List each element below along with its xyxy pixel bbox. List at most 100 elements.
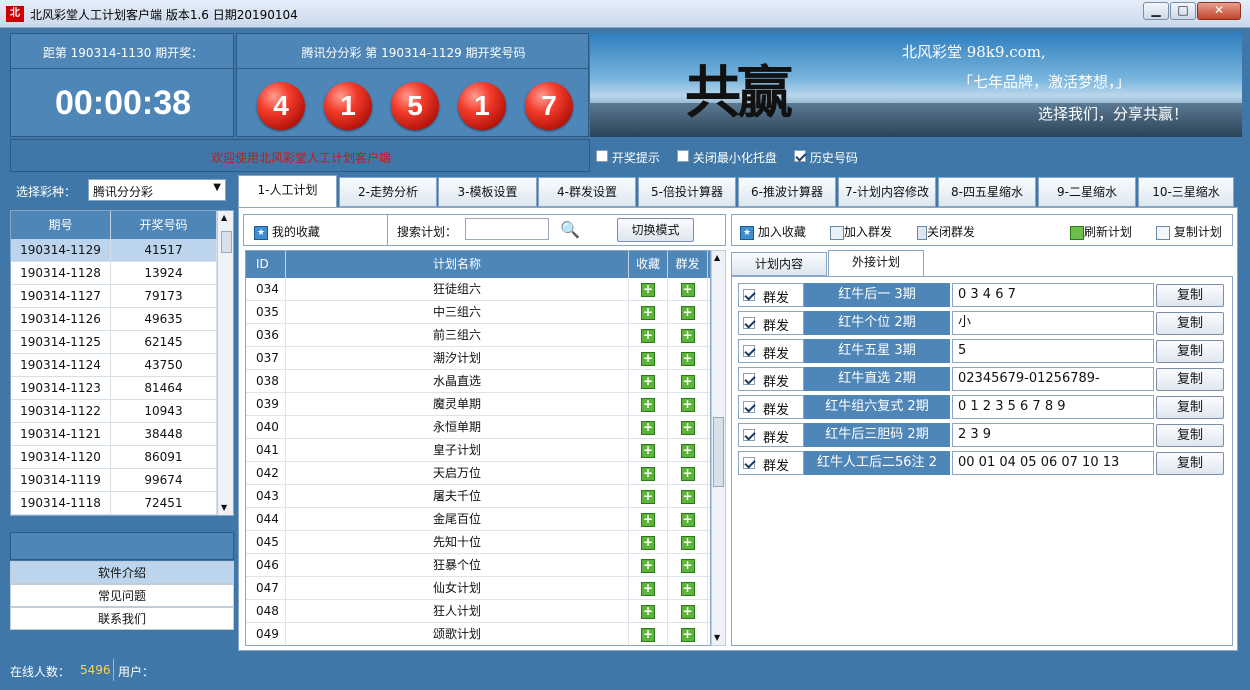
add-favorite-icon[interactable]: + bbox=[641, 328, 655, 343]
add-group-icon[interactable]: + bbox=[680, 328, 695, 343]
copy-plan-button[interactable]: 复制计划 bbox=[1156, 223, 1222, 240]
history-row[interactable]: 190314-1121 38448 bbox=[11, 423, 233, 446]
refresh-plan-button[interactable]: 刷新计划 bbox=[1070, 223, 1132, 240]
add-favorite-icon[interactable]: + bbox=[641, 305, 655, 320]
group-send-toggle[interactable]: 群发 bbox=[738, 339, 804, 363]
history-row[interactable]: 190314-1127 79173 bbox=[11, 285, 233, 308]
checkbox-checked[interactable] bbox=[743, 345, 755, 357]
checkbox-checked[interactable] bbox=[743, 373, 755, 385]
search-input[interactable] bbox=[465, 218, 549, 240]
add-favorite-icon[interactable]: + bbox=[641, 466, 655, 481]
checkbox[interactable] bbox=[596, 150, 608, 162]
tab-trend-analysis[interactable]: 2-走势分析 bbox=[339, 177, 437, 207]
plan-row[interactable]: 047 仙女计划 + + bbox=[246, 577, 710, 600]
add-favorite-icon[interactable]: + bbox=[641, 512, 655, 527]
copy-button[interactable]: 复制 bbox=[1156, 368, 1224, 391]
add-group-icon[interactable]: + bbox=[680, 282, 695, 297]
tab-plan-edit[interactable]: 7-计划内容修改 bbox=[838, 177, 936, 207]
tab-template-settings[interactable]: 3-模板设置 bbox=[438, 177, 537, 207]
add-group-icon[interactable]: + bbox=[680, 581, 695, 596]
scroll-thumb[interactable] bbox=[221, 231, 232, 253]
add-group-icon[interactable]: + bbox=[680, 512, 695, 527]
add-favorite-icon[interactable]: + bbox=[641, 581, 655, 596]
add-group-icon[interactable]: + bbox=[680, 604, 695, 619]
add-favorite-button[interactable]: ★ 加入收藏 bbox=[740, 223, 806, 240]
add-group-icon[interactable]: + bbox=[680, 374, 695, 389]
tab-group-settings[interactable]: 4-群发设置 bbox=[538, 177, 636, 207]
add-favorite-icon[interactable]: + bbox=[641, 397, 655, 412]
add-favorite-icon[interactable]: + bbox=[641, 558, 655, 573]
plan-row[interactable]: 039 魔灵单期 + + bbox=[246, 393, 710, 416]
add-group-icon[interactable]: + bbox=[680, 443, 695, 458]
lottery-type-select[interactable]: 腾讯分分彩 ▼ bbox=[88, 179, 226, 201]
menu-faq[interactable]: 常见问题 bbox=[10, 584, 234, 607]
group-send-toggle[interactable]: 群发 bbox=[738, 451, 804, 475]
menu-software-intro[interactable]: 软件介绍 bbox=[10, 561, 234, 584]
plan-row[interactable]: 041 皇子计划 + + bbox=[246, 439, 710, 462]
group-send-toggle[interactable]: 群发 bbox=[738, 395, 804, 419]
plan-row[interactable]: 036 前三组六 + + bbox=[246, 324, 710, 347]
tab-wave-calc[interactable]: 6-推波计算器 bbox=[738, 177, 836, 207]
plan-row[interactable]: 049 颂歌计划 + + bbox=[246, 623, 710, 645]
tab-2star-shrink[interactable]: 9-二星缩水 bbox=[1038, 177, 1136, 207]
group-send-toggle[interactable]: 群发 bbox=[738, 283, 804, 307]
add-group-icon[interactable]: + bbox=[680, 489, 695, 504]
history-row[interactable]: 190314-1120 86091 bbox=[11, 446, 233, 469]
add-favorite-icon[interactable]: + bbox=[641, 420, 655, 435]
scroll-down-icon[interactable]: ▼ bbox=[714, 633, 720, 642]
plan-row[interactable]: 048 狂人计划 + + bbox=[246, 600, 710, 623]
scroll-down-icon[interactable]: ▼ bbox=[221, 503, 227, 512]
menu-contact[interactable]: 联系我们 bbox=[10, 607, 234, 630]
tab-multiplier-calc[interactable]: 5-倍投计算器 bbox=[638, 177, 736, 207]
group-send-toggle[interactable]: 群发 bbox=[738, 311, 804, 335]
copy-button[interactable]: 复制 bbox=[1156, 452, 1224, 475]
add-favorite-icon[interactable]: + bbox=[641, 351, 655, 366]
plan-row[interactable]: 034 狂徒组六 + + bbox=[246, 278, 710, 301]
dropdown-arrow-icon[interactable]: ▼ bbox=[213, 182, 221, 193]
plan-row[interactable]: 035 中三组六 + + bbox=[246, 301, 710, 324]
add-group-icon[interactable]: + bbox=[680, 466, 695, 481]
scroll-thumb[interactable] bbox=[713, 417, 724, 487]
checkbox-checked[interactable] bbox=[743, 457, 755, 469]
option-history-numbers[interactable]: 历史号码 bbox=[794, 149, 858, 166]
switch-mode-button[interactable]: 切换模式 bbox=[617, 218, 694, 242]
plan-row[interactable]: 044 金尾百位 + + bbox=[246, 508, 710, 531]
add-favorite-icon[interactable]: + bbox=[641, 282, 655, 297]
plan-scrollbar[interactable]: ▲ ▼ bbox=[711, 250, 726, 646]
plan-row[interactable]: 043 屠夫千位 + + bbox=[246, 485, 710, 508]
copy-button[interactable]: 复制 bbox=[1156, 312, 1224, 335]
history-row[interactable]: 190314-1119 99674 bbox=[11, 469, 233, 492]
add-favorite-icon[interactable]: + bbox=[641, 604, 655, 619]
add-favorite-icon[interactable]: + bbox=[641, 627, 655, 642]
add-favorite-icon[interactable]: + bbox=[641, 535, 655, 550]
close-group-button[interactable]: 关闭群发 bbox=[917, 223, 975, 240]
history-row[interactable]: 190314-1118 72451 bbox=[11, 492, 233, 515]
copy-button[interactable]: 复制 bbox=[1156, 396, 1224, 419]
group-send-toggle[interactable]: 群发 bbox=[738, 367, 804, 391]
history-row[interactable]: 190314-1129 41517 bbox=[11, 239, 233, 262]
option-minimize-tray[interactable]: 关闭最小化托盘 bbox=[677, 149, 777, 166]
history-row[interactable]: 190314-1128 13924 bbox=[11, 262, 233, 285]
checkbox-checked[interactable] bbox=[743, 401, 755, 413]
scroll-up-icon[interactable]: ▲ bbox=[221, 213, 227, 222]
scroll-up-icon[interactable]: ▲ bbox=[714, 253, 720, 262]
search-icon[interactable]: 🔍 bbox=[560, 220, 580, 239]
tab-plan-content[interactable]: 计划内容 bbox=[731, 252, 827, 276]
minimize-button[interactable]: ▁ bbox=[1143, 2, 1169, 20]
tab-external-plan[interactable]: 外接计划 bbox=[828, 250, 924, 276]
checkbox-checked[interactable] bbox=[743, 289, 755, 301]
tab-manual-plan[interactable]: 1-人工计划 bbox=[238, 175, 337, 207]
add-favorite-icon[interactable]: + bbox=[641, 374, 655, 389]
add-group-icon[interactable]: + bbox=[680, 305, 695, 320]
history-row[interactable]: 190314-1124 43750 bbox=[11, 354, 233, 377]
history-row[interactable]: 190314-1126 49635 bbox=[11, 308, 233, 331]
plan-row[interactable]: 046 狂暴个位 + + bbox=[246, 554, 710, 577]
add-group-icon[interactable]: + bbox=[680, 627, 695, 642]
history-row[interactable]: 190314-1122 10943 bbox=[11, 400, 233, 423]
history-row[interactable]: 190314-1125 62145 bbox=[11, 331, 233, 354]
copy-button[interactable]: 复制 bbox=[1156, 284, 1224, 307]
copy-button[interactable]: 复制 bbox=[1156, 424, 1224, 447]
my-favorites-button[interactable]: ★ 我的收藏 bbox=[254, 223, 320, 240]
add-group-icon[interactable]: + bbox=[680, 351, 695, 366]
close-button[interactable]: ✕ bbox=[1197, 2, 1241, 20]
